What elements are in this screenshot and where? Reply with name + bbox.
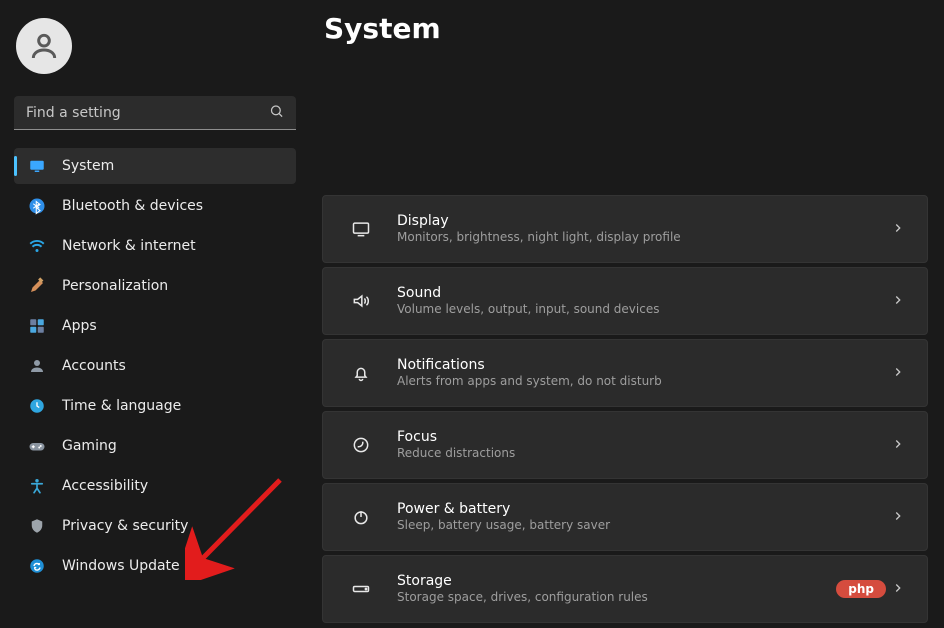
notifications-icon <box>341 363 381 383</box>
sidebar-item-network[interactable]: Network & internet <box>14 228 296 264</box>
card-title: Notifications <box>397 356 891 374</box>
sidebar-item-apps[interactable]: Apps <box>14 308 296 344</box>
avatar <box>16 18 72 74</box>
gaming-icon <box>28 437 46 455</box>
sidebar: System Bluetooth & devices Network & inter… <box>0 0 310 628</box>
settings-card-notifications[interactable]: NotificationsAlerts from apps and system… <box>322 339 928 407</box>
card-title: Focus <box>397 428 891 446</box>
sidebar-item-label: Bluetooth & devices <box>62 198 286 214</box>
sidebar-item-label: Windows Update <box>62 558 286 574</box>
personalization-icon <box>28 277 46 295</box>
settings-card-list: DisplayMonitors, brightness, night light… <box>322 195 928 623</box>
search-input[interactable] <box>14 96 296 130</box>
card-subtitle: Monitors, brightness, night light, displ… <box>397 230 891 246</box>
sidebar-item-label: Personalization <box>62 278 286 294</box>
accessibility-icon <box>28 477 46 495</box>
sidebar-item-accessibility[interactable]: Accessibility <box>14 468 296 504</box>
chevron-right-icon <box>891 580 905 599</box>
card-subtitle: Reduce distractions <box>397 446 891 462</box>
card-subtitle: Storage space, drives, configuration rul… <box>397 590 891 606</box>
apps-icon <box>28 317 46 335</box>
power-icon <box>341 507 381 527</box>
sidebar-item-label: Time & language <box>62 398 286 414</box>
storage-icon <box>341 579 381 599</box>
page-title: System <box>324 12 928 45</box>
card-title: Sound <box>397 284 891 302</box>
sidebar-item-label: Accounts <box>62 358 286 374</box>
sidebar-item-label: System <box>62 158 286 174</box>
sidebar-item-accounts[interactable]: Accounts <box>14 348 296 384</box>
nav-list: System Bluetooth & devices Network & inter… <box>14 148 296 584</box>
bluetooth-icon <box>28 197 46 215</box>
sound-icon <box>341 291 381 311</box>
sidebar-item-label: Gaming <box>62 438 286 454</box>
chevron-right-icon <box>891 436 905 455</box>
sidebar-item-personalization[interactable]: Personalization <box>14 268 296 304</box>
system-icon <box>28 157 46 175</box>
watermark-badge: php <box>836 580 886 598</box>
main-panel: System DisplayMonitors, brightness, nigh… <box>310 0 944 628</box>
focus-icon <box>341 435 381 455</box>
settings-card-display[interactable]: DisplayMonitors, brightness, night light… <box>322 195 928 263</box>
time-icon <box>28 397 46 415</box>
user-icon <box>28 30 60 62</box>
search-icon <box>269 104 284 123</box>
card-title: Storage <box>397 572 891 590</box>
card-subtitle: Alerts from apps and system, do not dist… <box>397 374 891 390</box>
display-icon <box>341 219 381 239</box>
sidebar-item-label: Accessibility <box>62 478 286 494</box>
card-subtitle: Volume levels, output, input, sound devi… <box>397 302 891 318</box>
card-subtitle: Sleep, battery usage, battery saver <box>397 518 891 534</box>
sidebar-item-bluetooth[interactable]: Bluetooth & devices <box>14 188 296 224</box>
sidebar-item-gaming[interactable]: Gaming <box>14 428 296 464</box>
sidebar-item-label: Network & internet <box>62 238 286 254</box>
sidebar-item-time[interactable]: Time & language <box>14 388 296 424</box>
chevron-right-icon <box>891 220 905 239</box>
settings-card-power[interactable]: Power & batterySleep, battery usage, bat… <box>322 483 928 551</box>
chevron-right-icon <box>891 292 905 311</box>
settings-card-sound[interactable]: SoundVolume levels, output, input, sound… <box>322 267 928 335</box>
accounts-icon <box>28 357 46 375</box>
network-icon <box>28 237 46 255</box>
chevron-right-icon <box>891 364 905 383</box>
settings-card-focus[interactable]: FocusReduce distractions <box>322 411 928 479</box>
card-title: Display <box>397 212 891 230</box>
search-box[interactable] <box>14 96 296 130</box>
sidebar-item-label: Apps <box>62 318 286 334</box>
profile-area[interactable] <box>14 12 296 92</box>
sidebar-item-system[interactable]: System <box>14 148 296 184</box>
privacy-icon <box>28 517 46 535</box>
card-title: Power & battery <box>397 500 891 518</box>
update-icon <box>28 557 46 575</box>
sidebar-item-label: Privacy & security <box>62 518 286 534</box>
chevron-right-icon <box>891 508 905 527</box>
sidebar-item-privacy[interactable]: Privacy & security <box>14 508 296 544</box>
sidebar-item-update[interactable]: Windows Update <box>14 548 296 584</box>
